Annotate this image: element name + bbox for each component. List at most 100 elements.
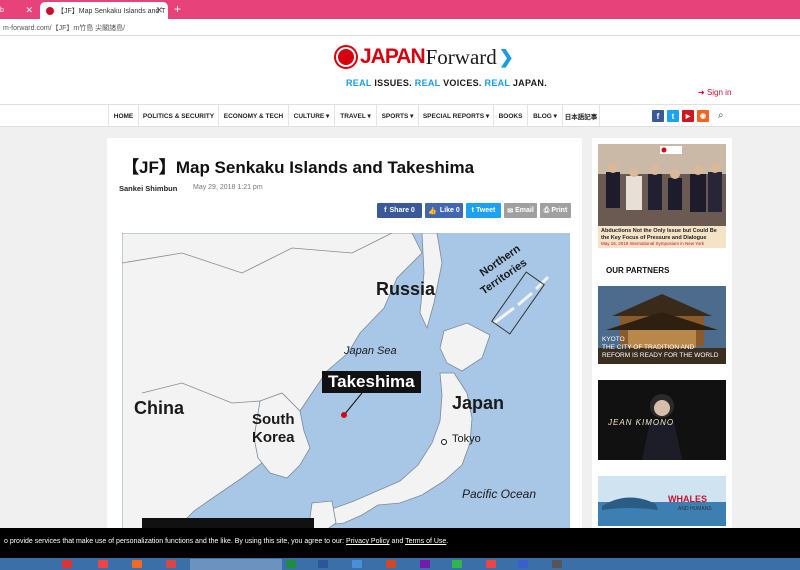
taskbar-app-icon[interactable]: [132, 560, 142, 568]
nav-economy[interactable]: ECONOMY & TECH: [218, 105, 288, 127]
tab-inactive-label: b: [0, 7, 4, 14]
print-label: Print: [551, 207, 568, 214]
nav-books[interactable]: BOOKS: [493, 105, 527, 127]
symposium-ad[interactable]: Abductions Not the Only Issue but Could …: [598, 144, 726, 248]
kyoto-caption-line1: KYOTO: [602, 336, 625, 343]
twitter-icon[interactable]: t: [667, 110, 679, 122]
map-image: Russia Northern Territories Japan Sea Ta…: [122, 233, 570, 533]
label-japan: Japan: [452, 393, 505, 413]
nav-travel[interactable]: TRAVEL ▾: [334, 105, 376, 127]
email-label: Email: [515, 207, 534, 214]
kyoto-caption-line3: REFORM IS READY FOR THE WORLD: [602, 352, 719, 359]
label-russia: Russia: [376, 279, 436, 299]
nav-sports[interactable]: SPORTS ▾: [376, 105, 418, 127]
sign-in-icon: ➜: [698, 88, 705, 97]
site-header: JAPAN Forward ❯ REAL ISSUES. REAL VOICES…: [0, 36, 800, 104]
takeshima-dot: [341, 412, 347, 418]
facebook-icon[interactable]: f: [652, 110, 664, 122]
facebook-icon: f: [384, 207, 387, 214]
tweet-button[interactable]: t Tweet: [466, 203, 501, 218]
nav-blog[interactable]: BLOG ▾: [527, 105, 562, 127]
article-date: May 29, 2018 1:21 pm: [193, 184, 263, 191]
close-tab-icon[interactable]: ✕: [25, 5, 33, 16]
close-tab-icon[interactable]: ✕: [155, 5, 163, 16]
tab-active[interactable]: 【JF】Map Senkaku Islands and T ✕: [40, 2, 168, 19]
tab-inactive[interactable]: b ✕: [0, 2, 37, 19]
nav-home[interactable]: HOME: [108, 105, 138, 127]
cookie-text: o provide services that make use of pers…: [4, 538, 347, 545]
label-takeshima: Takeshima: [322, 371, 421, 393]
taskbar-app-icon[interactable]: [166, 560, 176, 568]
sign-in-label: Sign in: [706, 88, 732, 97]
taskbar-app-icon[interactable]: [98, 560, 108, 568]
partner-jean-kimono[interactable]: JEAN KIMONO: [598, 380, 726, 460]
ad-photo: [598, 144, 726, 226]
os-taskbar: [0, 558, 800, 570]
logo-japan: JAPAN: [360, 45, 426, 68]
youtube-icon[interactable]: ▶: [682, 110, 694, 122]
whales-caption: WHALES: [668, 494, 707, 504]
taskbar-browser-window[interactable]: [190, 559, 282, 570]
address-bar[interactable]: m-forward.com/【JF】m竹島 尖閣諸島/: [0, 19, 800, 36]
kimono-caption: JEAN KIMONO: [608, 418, 675, 427]
print-button[interactable]: ⎙ Print: [540, 203, 571, 218]
chevron-right-icon: ❯: [498, 46, 514, 67]
label-japan-sea: Japan Sea: [344, 345, 397, 357]
logo-forward: Forward: [425, 44, 497, 69]
rss-icon[interactable]: ◉: [697, 110, 709, 122]
terms-of-use-link[interactable]: Terms of Use: [405, 538, 446, 545]
onenote-icon[interactable]: [420, 560, 430, 568]
search-icon[interactable]: ⌕: [718, 110, 724, 121]
nav-japanese[interactable]: 日本語記事: [562, 105, 600, 127]
taskbar-app-icon[interactable]: [518, 560, 528, 568]
taskbar-app-icon[interactable]: [552, 560, 562, 568]
new-tab-icon[interactable]: +: [174, 2, 181, 16]
article-card: 【JF】Map Senkaku Islands and Takeshima Sa…: [107, 138, 582, 538]
rising-sun-icon: [336, 47, 356, 67]
email-button[interactable]: ✉ Email: [504, 203, 537, 218]
powerpoint-icon[interactable]: [386, 560, 396, 568]
sign-in-link[interactable]: ➜ Sign in: [698, 88, 731, 97]
word-icon[interactable]: [318, 560, 328, 568]
nav-culture[interactable]: CULTURE ▾: [288, 105, 334, 127]
ad-title: Abductions Not the Only Issue but Could …: [601, 228, 717, 241]
main-nav: HOME POLITICS & SECURITY ECONOMY & TECH …: [0, 104, 800, 127]
article-author[interactable]: Sankei Shimbun: [119, 184, 177, 193]
nav-politics[interactable]: POLITICS & SECURITY: [138, 105, 218, 127]
partners-heading: OUR PARTNERS: [606, 266, 670, 275]
browser-window: b ✕ 【JF】Map Senkaku Islands and T ✕ + m-…: [0, 0, 800, 570]
twitter-icon: t: [471, 207, 474, 214]
tagline: REAL ISSUES. REAL VOICES. REAL JAPAN.: [346, 78, 547, 88]
thumbs-up-icon: 👍: [428, 207, 437, 215]
like-button[interactable]: 👍 Like 0: [425, 203, 463, 218]
tagline-real-1: REAL: [346, 78, 372, 88]
taskbar-app-icon[interactable]: [62, 560, 72, 568]
site-logo[interactable]: JAPAN Forward ❯: [336, 44, 514, 69]
taskbar-app-icon[interactable]: [352, 560, 362, 568]
tweet-label: Tweet: [476, 207, 496, 214]
whales-subcaption: AND HUMANS: [678, 506, 712, 512]
honshu-landmass: [326, 372, 473, 526]
hokkaido-landmass: [439, 322, 491, 372]
taskbar-app-icon[interactable]: [452, 560, 462, 568]
tagline-japan: JAPAN.: [510, 78, 548, 88]
excel-icon[interactable]: [286, 560, 296, 568]
url-text: m-forward.com/【JF】m竹島 尖閣諸島/: [3, 25, 126, 32]
sidebar: Abductions Not the Only Issue but Could …: [592, 138, 732, 538]
ad-caption: Abductions Not the Only Issue but Could …: [598, 226, 726, 248]
tagline-real-2: REAL: [414, 78, 441, 88]
tokyo-dot: [441, 439, 447, 445]
partner-whales[interactable]: WHALES AND HUMANS: [598, 476, 726, 526]
tagline-issues: ISSUES.: [371, 78, 415, 88]
share-label: Share 0: [389, 207, 415, 214]
nav-special-reports[interactable]: SPECIAL REPORTS ▾: [418, 105, 493, 127]
kyoto-caption: KYOTO THE CITY OF TRADITION AND REFORM I…: [602, 336, 718, 360]
favicon-icon: [46, 6, 54, 15]
cookie-and: and: [389, 538, 406, 545]
tagline-voices: VOICES.: [440, 78, 485, 88]
ad-subtitle: May 16, 2019 International Symposium in …: [601, 241, 705, 246]
taskbar-app-icon[interactable]: [486, 560, 496, 568]
partner-kyoto[interactable]: KYOTO THE CITY OF TRADITION AND REFORM I…: [598, 286, 726, 364]
privacy-policy-link[interactable]: Privacy Policy: [346, 538, 390, 545]
share-facebook-button[interactable]: f Share 0: [377, 203, 422, 218]
